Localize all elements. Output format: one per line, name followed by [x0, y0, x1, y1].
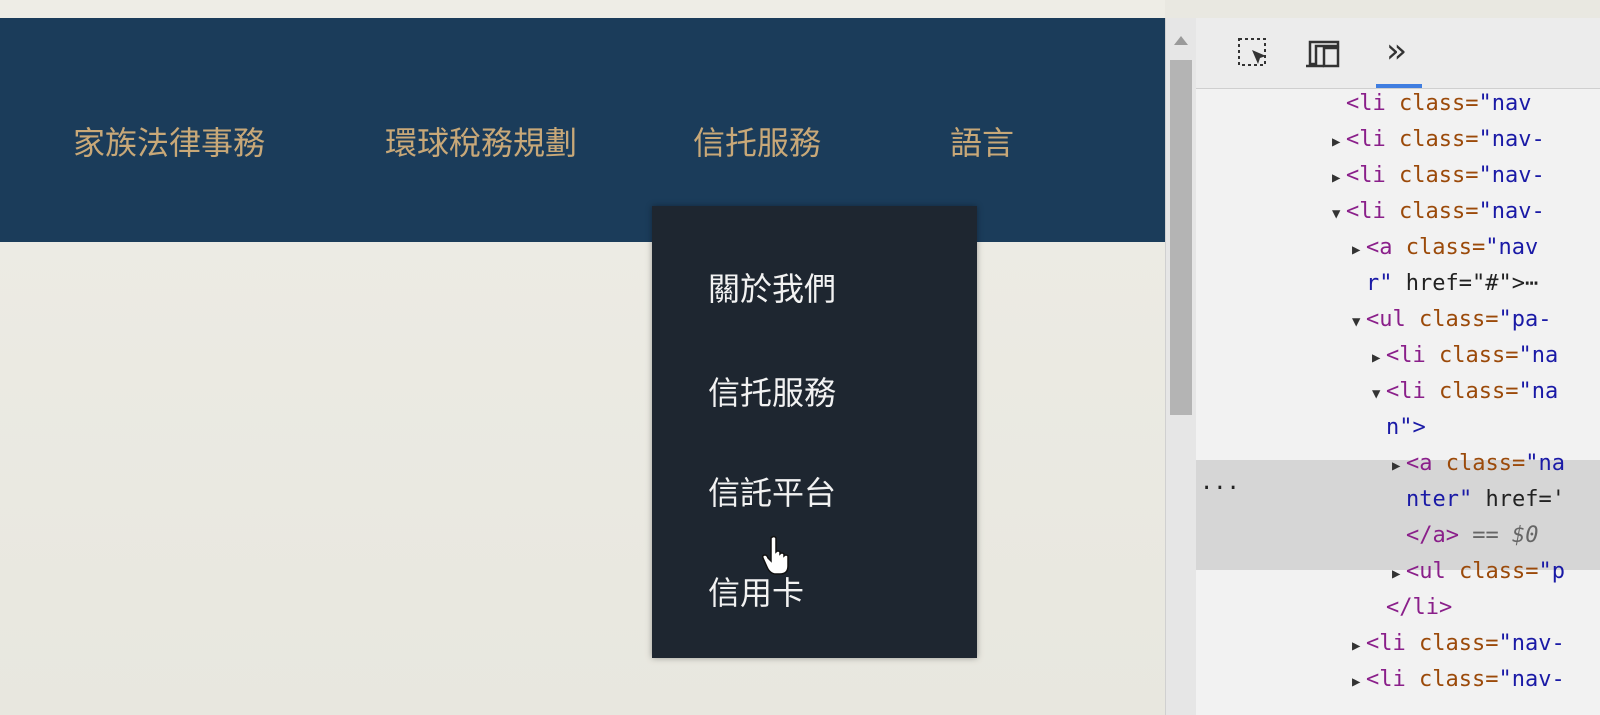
dom-node-line[interactable]: ▶ <li class="nav-: [1332, 122, 1545, 158]
expand-toggle-icon[interactable]: ▶: [1392, 448, 1406, 484]
dropdown-item-trust-services[interactable]: 信托服務: [708, 368, 836, 414]
dom-tag: <li: [1346, 91, 1386, 116]
nav-item-family-legal[interactable]: 家族法律事務: [73, 118, 265, 164]
nav-item-language[interactable]: 語言: [950, 118, 1014, 164]
expand-toggle-icon[interactable]: ▶: [1352, 232, 1366, 268]
page-scrollbar[interactable]: [1165, 18, 1196, 715]
dom-tag: <ul: [1366, 307, 1406, 332]
dom-node-line[interactable]: n">: [1372, 410, 1426, 446]
dropdown-item-about-us[interactable]: 關於我們: [708, 264, 836, 310]
dom-node-line[interactable]: r" href="#">⋯: [1352, 266, 1538, 302]
dom-attr-value: "pa-: [1498, 307, 1552, 332]
expand-toggle-icon[interactable]: ▶: [1392, 556, 1406, 592]
dropdown-menu: 關於我們 信托服務 信託平台 信用卡: [652, 206, 977, 658]
expand-toggle-icon[interactable]: ▶: [1332, 124, 1346, 160]
nav-list: 家族法律事務 環球稅務規劃 信托服務 語言: [0, 18, 1165, 242]
expand-toggle-icon[interactable]: ▶: [1352, 628, 1366, 664]
dom-node-line[interactable]: nter" href=': [1392, 482, 1565, 518]
dom-node-line[interactable]: ▶ <li class="nav-: [1352, 626, 1565, 662]
dom-node-line[interactable]: ▼ <ul class="pa-: [1352, 302, 1551, 338]
scroll-up-arrow-icon[interactable]: [1174, 36, 1188, 45]
dom-tag: </li>: [1386, 595, 1453, 620]
dom-attr: class=: [1385, 199, 1479, 224]
dom-attr-value: "nav-: [1478, 163, 1545, 188]
dom-attr: class=: [1385, 163, 1479, 188]
dom-attr-value: "nav-: [1498, 631, 1565, 656]
dom-tag: </a>: [1406, 523, 1459, 548]
dom-tag: <li: [1386, 343, 1426, 368]
dom-node-line[interactable]: ▶ <li class="nav-: [1332, 158, 1545, 194]
expand-toggle-icon[interactable]: ▼: [1372, 376, 1386, 412]
dom-text: href="#">⋯: [1392, 271, 1539, 296]
active-tab-indicator: [1376, 84, 1422, 88]
expand-toggle-icon[interactable]: ▼: [1352, 304, 1366, 340]
dom-attr: class=: [1392, 235, 1486, 260]
device-toolbar-icon[interactable]: [1304, 36, 1344, 72]
expand-toggle-icon[interactable]: ▼: [1332, 196, 1346, 232]
dom-text: href=': [1472, 487, 1565, 512]
dom-attr-value: "nav: [1485, 235, 1539, 260]
dom-attr-value: "na: [1525, 451, 1565, 476]
dom-tag: <ul: [1406, 559, 1446, 584]
expand-toggle-icon[interactable]: ▶: [1352, 664, 1366, 700]
dom-attr-value: "nav-: [1478, 199, 1545, 224]
dom-node-line[interactable]: ▶ <a class="nav: [1352, 230, 1538, 266]
dom-attr: class=: [1385, 127, 1479, 152]
dom-attr-value: "nav-: [1478, 127, 1545, 152]
dom-attr-value: "nav: [1478, 91, 1532, 116]
dom-attr-value: nter": [1406, 487, 1473, 512]
nav-item-trust-services[interactable]: 信托服務: [693, 118, 821, 164]
dom-tag: <a: [1406, 451, 1433, 476]
page-viewport: 家族法律事務 環球稅務規劃 信托服務 語言 關於我們 信托服務 信託平台 信用卡: [0, 0, 1165, 715]
dom-tag: <li: [1346, 199, 1386, 224]
devtools-toolbar: »: [1196, 18, 1600, 89]
dom-attr-value: r": [1366, 271, 1393, 296]
expand-toggle-icon[interactable]: ▶: [1372, 340, 1386, 376]
dom-tag: <li: [1366, 667, 1406, 692]
dom-attr: class=: [1445, 559, 1539, 584]
nav-item-global-tax[interactable]: 環球稅務規劃: [385, 118, 577, 164]
dom-node-line[interactable]: </li>: [1372, 590, 1452, 626]
element-picker-icon[interactable]: [1236, 36, 1272, 72]
dom-node-line[interactable]: </a> == $0: [1392, 518, 1538, 554]
dom-attr: class=: [1405, 307, 1499, 332]
dom-tag: <a: [1366, 235, 1393, 260]
dom-node-line[interactable]: <li class="nav: [1332, 90, 1531, 122]
dom-node-line[interactable]: ▶ <a class="na: [1392, 446, 1565, 482]
dom-attr: class=: [1432, 451, 1526, 476]
hand-cursor-icon: [762, 535, 789, 575]
dom-attr-value: "p: [1538, 559, 1565, 584]
dom-node-line[interactable]: ▶ <li class="nav-: [1352, 662, 1565, 698]
dom-tree: ... <li class="nav ▶ <li class="nav- ▶ <li c…: [1196, 90, 1600, 715]
expand-toggle-icon[interactable]: ▶: [1332, 160, 1346, 196]
dom-attr-value: "na: [1518, 379, 1559, 404]
dom-tag: <li: [1346, 127, 1386, 152]
dom-attr-value: n">: [1386, 415, 1426, 440]
dom-attr: class=: [1425, 379, 1519, 404]
devtools-panel: » ... <li class="nav ▶ <li class="nav- ▶ <li…: [1196, 18, 1600, 715]
dropdown-item-trust-platform[interactable]: 信託平台: [708, 468, 836, 514]
dom-tag: <li: [1366, 631, 1406, 656]
dom-attr: class=: [1405, 667, 1499, 692]
dom-node-line[interactable]: ▼ <li class="na: [1372, 374, 1558, 410]
selected-node-marker[interactable]: ...: [1200, 470, 1240, 495]
dom-tag: <li: [1346, 163, 1386, 188]
dom-attr-value: "nav-: [1498, 667, 1565, 692]
more-tabs-icon[interactable]: »: [1386, 34, 1406, 68]
dom-node-line[interactable]: ▶ <ul class="p: [1392, 554, 1565, 590]
scroll-thumb[interactable]: [1170, 60, 1192, 415]
dom-tag: <li: [1386, 379, 1426, 404]
dom-attr: class=: [1425, 343, 1519, 368]
dom-node-line[interactable]: ▼ <li class="nav-: [1332, 194, 1545, 230]
dom-attr-value: "na: [1518, 343, 1559, 368]
main-navbar: 家族法律事務 環球稅務規劃 信托服務 語言: [0, 18, 1165, 242]
dom-attr: class=: [1405, 631, 1499, 656]
dom-attr: class=: [1385, 91, 1479, 116]
dom-node-line[interactable]: ▶ <li class="na: [1372, 338, 1558, 374]
dom-text: == $0: [1458, 523, 1539, 548]
